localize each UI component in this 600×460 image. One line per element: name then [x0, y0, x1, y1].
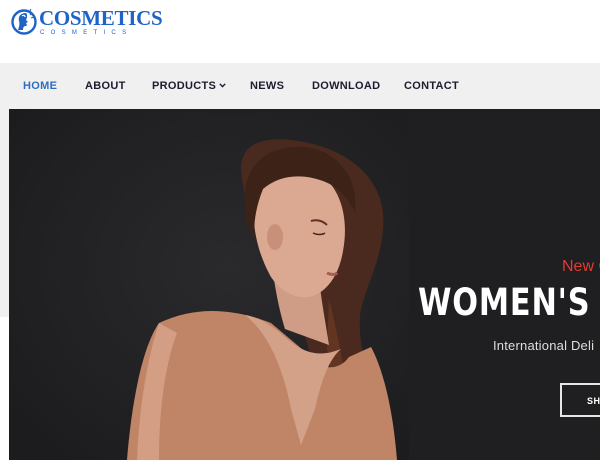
face-profile-logo-icon: [11, 8, 37, 35]
hero-model-image: [9, 109, 409, 460]
brand-logo[interactable]: COSMETICS COSMETICS: [11, 4, 163, 40]
nav-item-news[interactable]: NEWS: [250, 80, 284, 92]
nav-item-products-label: PRODUCTS: [152, 80, 217, 92]
nav-item-about[interactable]: ABOUT: [85, 80, 126, 92]
hero-eyebrow: New C: [562, 258, 600, 275]
brand-text: COSMETICS COSMETICS: [39, 6, 163, 37]
nav-item-home[interactable]: HOME: [23, 80, 57, 92]
brand-tagline: COSMETICS: [40, 30, 133, 36]
site-header: COSMETICS COSMETICS: [0, 0, 600, 63]
hero-banner: New C WOMEN'S FA International Deli SHO: [9, 109, 600, 460]
chevron-down-icon: [219, 83, 226, 88]
side-strip: [0, 109, 9, 317]
shop-now-button[interactable]: SHO: [560, 383, 600, 417]
main-navigation: HOME ABOUT PRODUCTS NEWS DOWNLOAD CONTAC…: [0, 63, 600, 109]
nav-item-download[interactable]: DOWNLOAD: [312, 80, 380, 92]
hero-subtitle: International Deli: [493, 338, 595, 353]
nav-item-products[interactable]: PRODUCTS: [152, 80, 226, 92]
brand-name: COSMETICS: [39, 6, 163, 30]
nav-item-contact[interactable]: CONTACT: [404, 80, 459, 92]
hero-title: WOMEN'S FA: [418, 281, 600, 324]
shop-now-button-label: SHO: [587, 396, 600, 406]
